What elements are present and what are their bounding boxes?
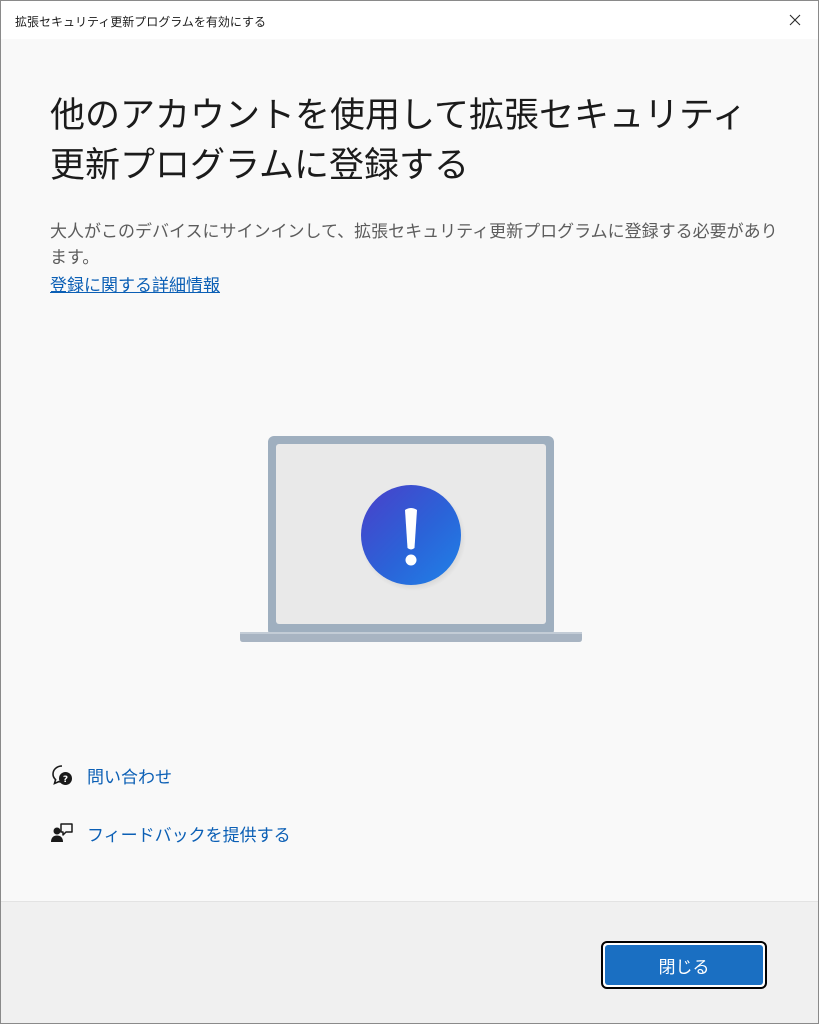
description-text: 大人がこのデバイスにサインインして、拡張セキュリティ更新プログラムに登録する必要…: [50, 222, 778, 268]
window-title: 拡張セキュリティ更新プログラムを有効にする: [15, 15, 267, 29]
close-button-label: 閉じる: [605, 945, 763, 985]
close-icon: [789, 14, 801, 26]
laptop-illustration: [240, 436, 582, 642]
exclamation-icon: [405, 508, 417, 566]
close-button[interactable]: 閉じる: [601, 941, 767, 989]
close-window-button[interactable]: [772, 1, 818, 39]
feedback-link[interactable]: フィードバックを提供する: [49, 820, 291, 846]
dialog-window: 拡張セキュリティ更新プログラムを有効にする 他のアカウントを使用して拡張セキュリ…: [0, 0, 819, 1024]
feedback-icon: [49, 820, 75, 846]
page-title: 他のアカウントを使用して拡張セキュリティ更新プログラムに登録する: [50, 96, 747, 186]
contact-support-icon: ?: [49, 762, 75, 788]
title-bar: 拡張セキュリティ更新プログラムを有効にする: [1, 1, 818, 39]
learn-more-link[interactable]: 登録に関する詳細情報: [50, 273, 220, 299]
contact-support-label: 問い合わせ: [87, 767, 172, 788]
dialog-footer: 閉じる: [1, 901, 818, 1023]
dialog-content: 他のアカウントを使用して拡張セキュリティ更新プログラムに登録する 大人がこのデバ…: [1, 39, 818, 901]
contact-support-link[interactable]: ? 問い合わせ: [49, 762, 172, 788]
svg-text:?: ?: [63, 775, 68, 785]
feedback-label: フィードバックを提供する: [87, 825, 291, 846]
